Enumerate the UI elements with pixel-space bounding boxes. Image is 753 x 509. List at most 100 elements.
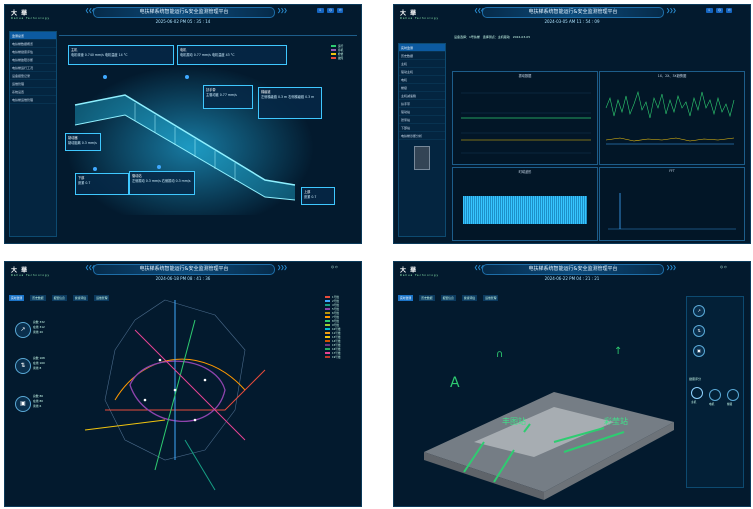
sidebar-item-lower-station[interactable]: 下部站 xyxy=(399,124,445,132)
tab-history[interactable]: 历史数据 xyxy=(419,295,435,301)
svg-text:↑: ↑ xyxy=(614,346,622,357)
elevator-icon[interactable]: ⇅ xyxy=(693,325,705,337)
current-time: 2024-03-05 AM 11 : 54 : 09 xyxy=(544,19,600,24)
legend-line-16[interactable]: 16号线 xyxy=(332,348,341,351)
sensor-marker-icon[interactable] xyxy=(93,167,97,171)
motor-values: 电机振动 0.77 mm/s 电机温度 43 °C xyxy=(180,53,235,57)
device-select[interactable]: 设备选择：1号扶梯 xyxy=(454,35,480,39)
handrail-label: 扶手带 xyxy=(206,88,216,92)
lift-icon[interactable]: ▣ xyxy=(15,396,31,412)
user-button[interactable]: ☺ ⏻ xyxy=(718,265,728,270)
legend-line-15[interactable]: 15号线 xyxy=(332,344,341,347)
legend-line-13[interactable]: 13号线 xyxy=(332,336,341,339)
legend-line-2[interactable]: 2号线 xyxy=(332,300,339,303)
sidebar-item-tension-station[interactable]: 张紧站 xyxy=(399,116,445,124)
legend-line-9[interactable]: 9号线 xyxy=(332,324,339,327)
sensor-marker-icon[interactable] xyxy=(185,75,189,79)
trend-chart: 1X、2X、3X趋势图 xyxy=(599,71,745,165)
tab-history[interactable]: 历史数据 xyxy=(30,295,46,301)
sidebar-item-host[interactable]: 主机 xyxy=(399,60,445,68)
logout-button[interactable]: ⏻ xyxy=(726,8,733,13)
sidebar-item-operation[interactable]: 电扶梯运行工况 xyxy=(10,64,56,72)
lower-station-values: 张紧 0.7 xyxy=(78,181,91,185)
sensor-marker-icon[interactable] xyxy=(103,75,107,79)
escalator-icon[interactable]: ↗ xyxy=(15,322,31,338)
health-score-title: 健康评分 xyxy=(689,377,702,381)
sidebar-item-gearbox[interactable]: 主机减速箱 xyxy=(399,92,445,100)
sidebar-item-health[interactable]: 电扶梯健康评估 xyxy=(10,48,56,56)
escalator-icon[interactable]: ↗ xyxy=(693,305,705,317)
status-running: 运行 xyxy=(338,45,344,48)
brake-values: 制动距离 0.3 mm/s xyxy=(68,141,97,145)
gauge-host xyxy=(691,387,703,399)
sensor-marker-icon[interactable] xyxy=(157,165,161,169)
logout-button[interactable]: ⏻ xyxy=(337,8,344,13)
sidebar-item-ops[interactable]: 电扶梯运维管理 xyxy=(10,96,56,104)
gauge-step xyxy=(727,389,739,401)
user-button[interactable]: ☺ ⏻ xyxy=(329,265,339,270)
vibration-chart-plot xyxy=(461,92,591,154)
escalator-offline: 离线 20 xyxy=(33,330,44,334)
tab-bar: 实时监测 历史数据 报警信息 健康评估 运维管理 xyxy=(398,284,499,303)
screenshot-station-3d-model: 大 華 Dahua Technology ❮❮❮ 电扶梯系统智能运行&安全监测管理… xyxy=(393,261,751,507)
elevator-online: 在线 160 xyxy=(33,361,45,365)
tab-alarms[interactable]: 报警信息 xyxy=(51,295,67,301)
sidebar-item-handrail[interactable]: 扶手带 xyxy=(399,100,445,108)
screenshot-vibration-monitoring: 大 華 Dahua Technology ❮❮❮ 电扶梯系统智能运行&安全监测管理… xyxy=(393,4,751,244)
motor-box: 电机 电机振动 0.77 mm/s 电机温度 43 °C xyxy=(177,45,287,65)
tab-alarms[interactable]: 报警信息 xyxy=(440,295,456,301)
legend-line-4[interactable]: 4号线 xyxy=(332,304,339,307)
legend-line-7[interactable]: 7号线 xyxy=(332,316,339,319)
lift-icon[interactable]: ▣ xyxy=(693,345,705,357)
legend-line-19[interactable]: 19号线 xyxy=(332,356,341,359)
tab-realtime[interactable]: 实时监测 xyxy=(398,295,414,301)
legend-line-14[interactable]: 14号线 xyxy=(332,340,341,343)
export-button[interactable]: ⇩ xyxy=(706,8,713,13)
brake-label: 制动器 xyxy=(68,136,78,140)
drive-station-values: 左侧振动 0.3 mm/s 右侧振动 0.3 mm/s xyxy=(132,179,191,183)
station-label-caiying[interactable]: 彩莹站 xyxy=(604,416,628,427)
legend-line-5[interactable]: 5号线 xyxy=(332,308,339,311)
sidebar-item-step[interactable]: 梯级 xyxy=(399,84,445,92)
filter-bar: 设备选择：1号扶梯 选择测点：主机驱动 2024-03-05 xyxy=(454,35,530,39)
user-button[interactable]: ☺ xyxy=(327,8,335,13)
sidebar-item-history[interactable]: 历史数据 xyxy=(399,52,445,60)
station-3d-model[interactable]: ∩ ↑ A xyxy=(404,332,684,502)
gauge-step-label: 梯级 xyxy=(727,403,733,406)
motor-label: 电机 xyxy=(180,48,187,52)
sidebar-item-data[interactable]: 电扶梯数据概览 xyxy=(10,40,56,48)
legend-line-1[interactable]: 1号线 xyxy=(332,296,339,299)
user-button[interactable]: ☺ xyxy=(716,8,724,13)
legend-line-17[interactable]: 17号线 xyxy=(332,352,341,355)
sidebar-item-diagnosis[interactable]: 电扶梯故障诊断 xyxy=(10,56,56,64)
elevator-icon[interactable]: ⇅ xyxy=(15,358,31,374)
sidebar-item-overview[interactable]: 监测总览 xyxy=(10,32,56,40)
drive-station-label: 驱动站 xyxy=(132,174,142,178)
main-unit-box: 主机 电机转速 0.740 mm/s 电机温度 14 °C xyxy=(68,45,174,65)
sidebar-item-motor[interactable]: 电机 xyxy=(399,76,445,84)
date-select[interactable]: 2024-03-05 xyxy=(513,35,530,39)
upper-station-values: 张紧 0.7 xyxy=(304,195,317,199)
screenshot-metro-map: 大 華 Dahua Technology ❮❮❮ 电扶梯系统智能运行&安全监测管理… xyxy=(4,261,362,507)
legend-line-8[interactable]: 8号线 xyxy=(332,320,339,323)
legend-line-6[interactable]: 6号线 xyxy=(332,312,339,315)
station-label-fengtu[interactable]: 丰图站 xyxy=(502,416,526,427)
sidebar-item-settings[interactable]: 系统设置 xyxy=(10,88,56,96)
sidebar: 监测总览 电扶梯数据概览 电扶梯健康评估 电扶梯故障诊断 电扶梯运行工况 设备报… xyxy=(9,31,57,237)
current-time: 2025-06-02 PM 05 : 35 : 14 xyxy=(155,19,211,24)
lower-station-box: 下部 张紧 0.7 xyxy=(75,173,129,195)
tab-maintenance[interactable]: 运维管理 xyxy=(483,295,499,301)
sidebar-item-maintenance[interactable]: 运维管理 xyxy=(10,80,56,88)
sidebar-item-drive-station[interactable]: 驱动站 xyxy=(399,108,445,116)
tab-health[interactable]: 健康评估 xyxy=(461,295,478,301)
sidebar-item-diagnosis[interactable]: 电扶梯诊断分析 xyxy=(399,132,445,140)
point-select[interactable]: 选择测点：主机驱动 xyxy=(483,35,510,39)
tab-realtime[interactable]: 实时监测 xyxy=(9,295,25,301)
sidebar-item-realtime[interactable]: 实时监测 xyxy=(399,44,445,52)
legend-line-11[interactable]: 11号线 xyxy=(332,332,341,335)
legend-line-10[interactable]: 10号线 xyxy=(332,328,341,331)
sidebar-item-alarms[interactable]: 设备报警记录 xyxy=(10,72,56,80)
waveform-fill xyxy=(463,196,587,224)
export-button[interactable]: ⇩ xyxy=(317,8,324,13)
sidebar-item-drive[interactable]: 驱动主机 xyxy=(399,68,445,76)
